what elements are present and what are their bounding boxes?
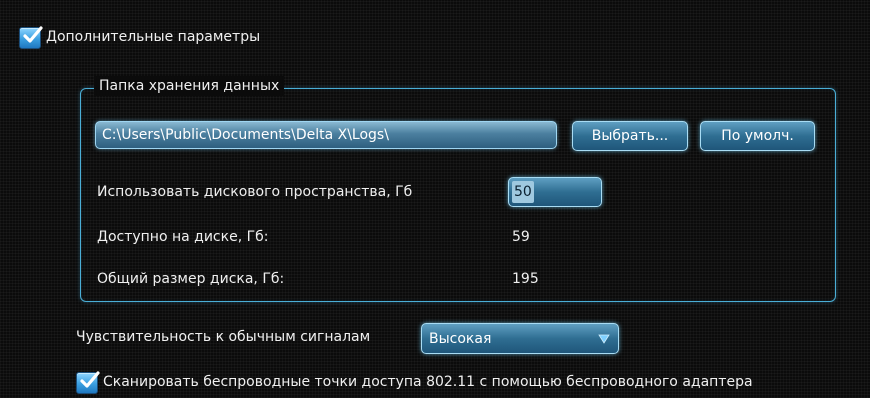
- chevron-down-icon: [598, 334, 610, 344]
- storage-group-title: Папка хранения данных: [94, 76, 285, 96]
- wireless-scan-label[interactable]: Сканировать беспроводные точки доступа 8…: [103, 373, 753, 391]
- data-folder-path-input[interactable]: C:\Users\Public\Documents\Delta X\Logs\: [95, 121, 557, 149]
- sensitivity-label: Чувствительность к обычным сигналам: [76, 329, 371, 345]
- disk-usage-input[interactable]: 50: [508, 177, 602, 207]
- check-icon: [23, 26, 43, 43]
- advanced-settings-checkbox[interactable]: [19, 26, 43, 49]
- disk-usage-value: 50: [512, 181, 534, 203]
- wireless-scan-checkbox[interactable]: [76, 371, 100, 394]
- default-button[interactable]: По умолч.: [700, 121, 815, 151]
- advanced-settings-label[interactable]: Дополнительные параметры: [46, 28, 260, 46]
- check-icon: [80, 371, 100, 388]
- available-space-value: 59: [512, 229, 530, 245]
- available-space-label: Доступно на диске, Гб:: [97, 229, 269, 245]
- browse-button[interactable]: Выбрать...: [572, 121, 688, 151]
- total-disk-value: 195: [512, 271, 539, 287]
- total-disk-label: Общий размер диска, Гб:: [97, 271, 285, 287]
- sensitivity-select[interactable]: Высокая: [421, 323, 619, 354]
- disk-usage-label: Использовать дискового пространства, Гб: [97, 184, 413, 200]
- sensitivity-selected-value: Высокая: [429, 331, 492, 347]
